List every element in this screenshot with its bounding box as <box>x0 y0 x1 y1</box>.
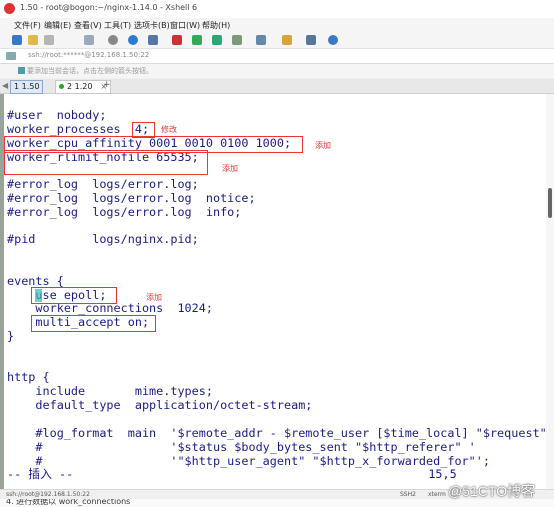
menu-file[interactable]: 文件(F) <box>14 20 41 31</box>
terminal-line: #error_log logs/error.log info; <box>7 205 242 219</box>
vim-status-line: -- 插入 -- 15,5 <box>7 467 457 481</box>
terminal-line: #error_log logs/error.log notice; <box>7 191 256 205</box>
layout-icon[interactable] <box>232 35 242 45</box>
transfer-icon[interactable] <box>192 35 202 45</box>
compose-icon[interactable] <box>306 35 316 45</box>
copy-icon[interactable] <box>84 35 94 45</box>
terminal-line: } <box>7 329 15 343</box>
globe-icon[interactable] <box>128 35 138 45</box>
open-folder-icon[interactable] <box>28 35 38 45</box>
menu-help[interactable]: 帮助(H) <box>202 20 230 31</box>
address-bar: ssh://root:******@192.168.1.50:22 <box>0 49 554 64</box>
annotation-modify: 修改 <box>161 125 177 134</box>
terminal-line: http { <box>7 370 50 384</box>
terminal[interactable]: #user nobody; worker_processes 4; worker… <box>4 94 546 489</box>
menu-window[interactable]: 窗口(W) <box>170 20 200 31</box>
search-icon[interactable] <box>108 35 118 45</box>
keyboard-icon[interactable] <box>256 35 266 45</box>
app-icon <box>4 3 15 14</box>
tab-label: 2 1.20 <box>67 82 93 91</box>
annotation-add: 添加 <box>315 141 331 150</box>
bottom-text: 4. 进行数据以 work_connections <box>6 499 131 506</box>
help-icon[interactable] <box>328 35 338 45</box>
add-tab-button[interactable]: + <box>103 80 111 90</box>
lock-icon[interactable] <box>172 35 182 45</box>
terminal-line: #error_log logs/error.log; <box>7 177 199 191</box>
status-terminal: xterm <box>428 491 446 498</box>
scrollbar-thumb[interactable] <box>548 188 552 218</box>
disconnect-icon[interactable] <box>44 35 54 45</box>
address-text[interactable]: ssh://root:******@192.168.1.50:22 <box>28 51 149 59</box>
status-connection: ssh://root@192.168.1.50:22 <box>6 491 90 498</box>
status-protocol: SSH2 <box>400 491 416 498</box>
watermark: @51CTO博客 <box>448 483 536 499</box>
annotation-add: 添加 <box>222 164 238 173</box>
hint-bar: 要添加当前会话，点击左侧的箭头按钮。 <box>0 64 554 78</box>
tab-label: 1 1.50 <box>14 82 40 91</box>
tab-session-1[interactable]: 1 1.50 <box>10 80 44 94</box>
font-icon[interactable] <box>148 35 158 45</box>
menu-tabs[interactable]: 选项卡(B) <box>134 20 170 31</box>
new-session-icon[interactable] <box>12 35 22 45</box>
annotation-box-rlimit <box>4 150 208 175</box>
arrow-icon[interactable] <box>18 67 25 74</box>
annotation-add: 添加 <box>146 293 162 302</box>
session-icon <box>6 52 16 60</box>
terminal-line: worker_processes 4; <box>7 122 150 136</box>
terminal-line: #pid logs/nginx.pid; <box>7 232 199 246</box>
tab-strip: ◀ ▶ 1 1.50 2 1.20× + <box>0 79 554 94</box>
script-icon[interactable] <box>282 35 292 45</box>
menu-tools[interactable]: 工具(T) <box>104 20 131 31</box>
status-dot-icon <box>59 84 64 89</box>
text-cursor <box>35 289 42 302</box>
toolbar <box>0 32 554 49</box>
menu-edit[interactable]: 编辑(E) <box>44 20 71 31</box>
annotation-box-multi-accept <box>31 315 156 332</box>
window-title: 1.50 - root@bogon:~/nginx-1.14.0 - Xshel… <box>20 3 198 12</box>
hint-text: 要添加当前会话，点击左侧的箭头按钮。 <box>27 67 153 75</box>
fullscreen-icon[interactable] <box>212 35 222 45</box>
menu-view[interactable]: 查看(V) <box>74 20 102 31</box>
terminal-line: default_type application/octet-stream; <box>7 398 313 412</box>
annotation-box-epoll <box>31 287 117 304</box>
terminal-line: #user nobody; <box>7 108 107 122</box>
menu-bar: 文件(F) 编辑(E) 查看(V) 工具(T) 选项卡(B) 窗口(W) 帮助(… <box>0 18 554 32</box>
scrollbar[interactable] <box>546 94 554 489</box>
terminal-line: include mime.types; <box>7 384 213 398</box>
terminal-line: #log_format main '$remote_addr - $remote… <box>7 426 546 440</box>
terminal-line: # '$status $body_bytes_sent "$http_refer… <box>7 440 476 454</box>
title-bar: 1.50 - root@bogon:~/nginx-1.14.0 - Xshel… <box>0 0 554 19</box>
